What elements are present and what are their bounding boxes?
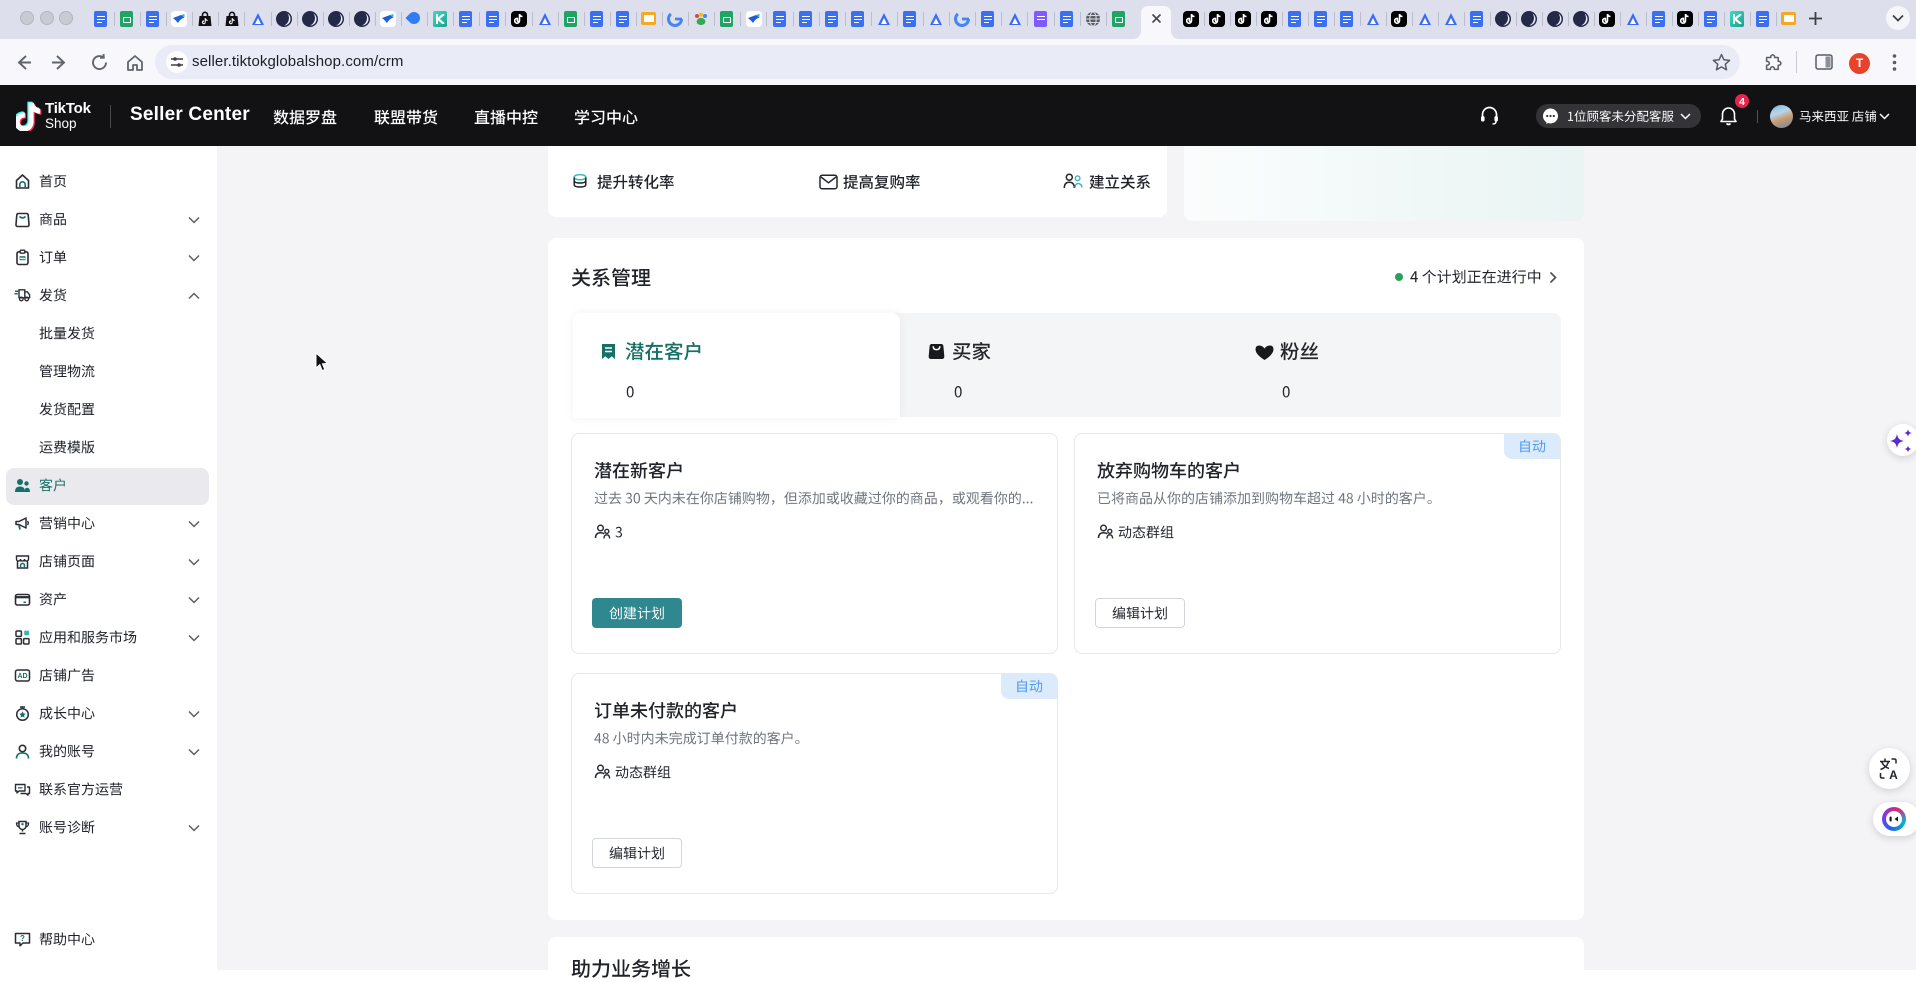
- svg-text:AD: AD: [17, 673, 27, 680]
- svg-text:?: ?: [20, 934, 25, 943]
- svg-text:A: A: [1889, 768, 1898, 780]
